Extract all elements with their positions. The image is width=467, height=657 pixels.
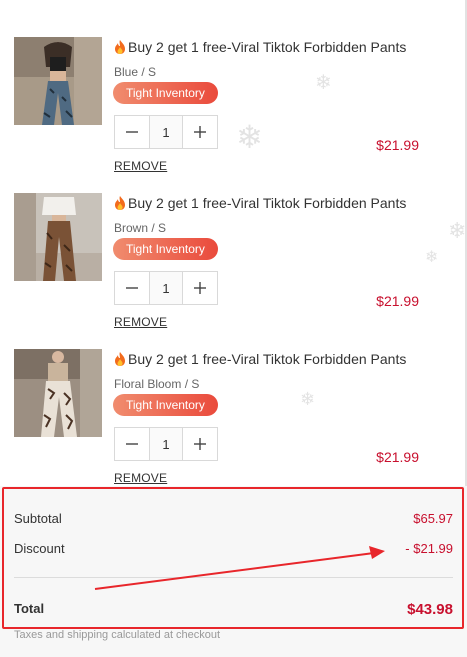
quantity-stepper: 1 bbox=[114, 115, 218, 149]
product-title[interactable]: Buy 2 get 1 free-Viral Tiktok Forbidden … bbox=[113, 39, 406, 55]
remove-link[interactable]: REMOVE bbox=[114, 471, 167, 485]
inventory-badge: Tight Inventory bbox=[113, 82, 218, 104]
cart-item: Buy 2 get 1 free-Viral Tiktok Forbidden … bbox=[0, 37, 465, 187]
highlight-box bbox=[2, 487, 464, 629]
remove-link[interactable]: REMOVE bbox=[114, 159, 167, 173]
product-variant: Floral Bloom / S bbox=[114, 377, 200, 391]
inventory-badge: Tight Inventory bbox=[113, 238, 218, 260]
remove-link[interactable]: REMOVE bbox=[114, 315, 167, 329]
minus-icon bbox=[126, 443, 138, 445]
increase-button[interactable] bbox=[183, 272, 217, 304]
checkout-note: Taxes and shipping calculated at checkou… bbox=[14, 629, 221, 641]
fire-icon bbox=[115, 352, 125, 366]
decrease-button[interactable] bbox=[115, 272, 149, 304]
item-price: $21.99 bbox=[376, 137, 419, 153]
product-title[interactable]: Buy 2 get 1 free-Viral Tiktok Forbidden … bbox=[113, 195, 406, 211]
product-variant: Brown / S bbox=[114, 221, 167, 235]
quantity-stepper: 1 bbox=[114, 427, 218, 461]
item-price: $21.99 bbox=[376, 449, 419, 465]
item-price: $21.99 bbox=[376, 293, 419, 309]
product-image[interactable] bbox=[14, 37, 102, 125]
increase-button[interactable] bbox=[183, 428, 217, 460]
minus-icon bbox=[126, 131, 138, 133]
fire-icon bbox=[115, 40, 125, 54]
product-image[interactable] bbox=[14, 349, 102, 437]
cart-item: Buy 2 get 1 free-Viral Tiktok Forbidden … bbox=[0, 349, 465, 499]
decrease-button[interactable] bbox=[115, 428, 149, 460]
product-title[interactable]: Buy 2 get 1 free-Viral Tiktok Forbidden … bbox=[113, 351, 406, 367]
increase-button[interactable] bbox=[183, 116, 217, 148]
quantity-stepper: 1 bbox=[114, 271, 218, 305]
cart-item: Buy 2 get 1 free-Viral Tiktok Forbidden … bbox=[0, 193, 465, 343]
quantity-input[interactable]: 1 bbox=[149, 116, 183, 148]
product-image[interactable] bbox=[14, 193, 102, 281]
plus-icon bbox=[194, 282, 206, 294]
decrease-button[interactable] bbox=[115, 116, 149, 148]
fire-icon bbox=[115, 196, 125, 210]
inventory-badge: Tight Inventory bbox=[113, 394, 218, 416]
plus-icon bbox=[194, 126, 206, 138]
plus-icon bbox=[194, 438, 206, 450]
quantity-input[interactable]: 1 bbox=[149, 272, 183, 304]
product-variant: Blue / S bbox=[114, 65, 157, 79]
minus-icon bbox=[126, 287, 138, 289]
quantity-input[interactable]: 1 bbox=[149, 428, 183, 460]
